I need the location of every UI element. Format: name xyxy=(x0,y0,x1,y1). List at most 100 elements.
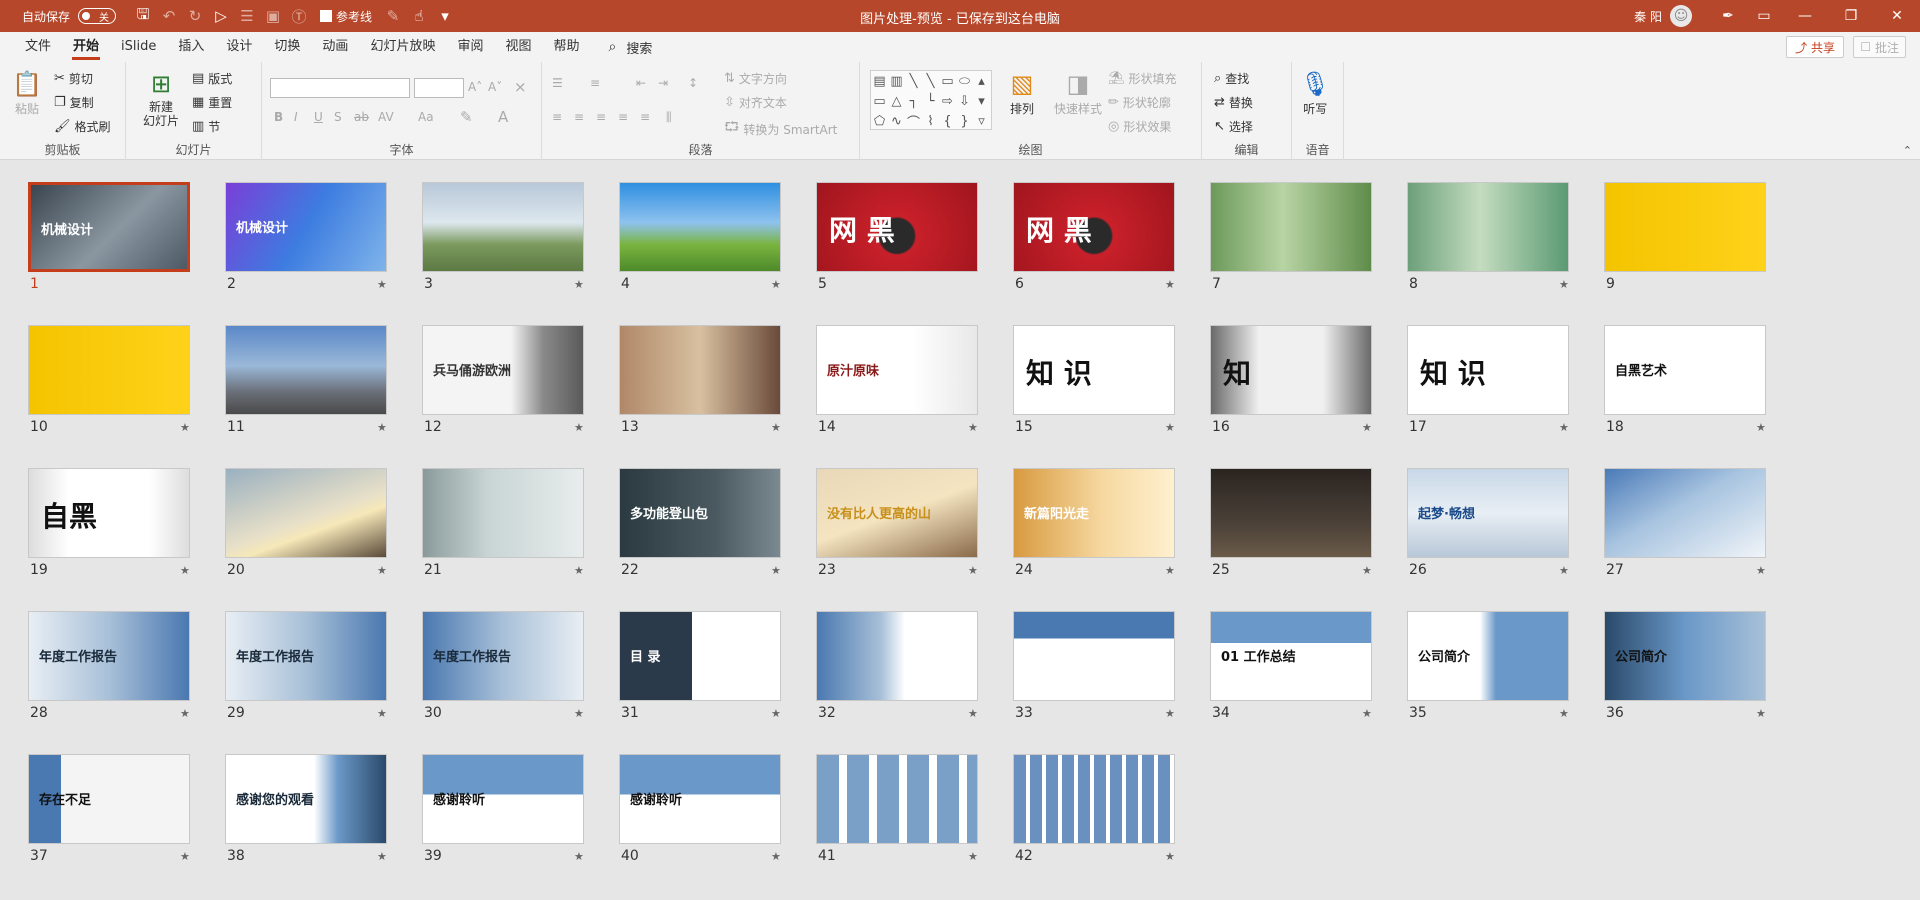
transition-star-icon[interactable]: ★ xyxy=(1165,850,1175,863)
line-shape-2-icon[interactable]: ╲ xyxy=(922,71,939,91)
slide-thumbnail[interactable] xyxy=(619,325,781,415)
transition-star-icon[interactable]: ★ xyxy=(771,421,781,434)
slide-thumbnail[interactable]: 知 识 xyxy=(1407,325,1569,415)
copy-button[interactable]: ❐ 复制 xyxy=(54,94,94,111)
character-spacing-button[interactable]: AV xyxy=(378,110,394,124)
slide-thumbnail[interactable]: 感谢聆听 xyxy=(422,754,584,844)
align-center-icon[interactable]: ≡ xyxy=(574,110,584,124)
transition-star-icon[interactable]: ★ xyxy=(968,564,978,577)
align-icon[interactable]: ☰ xyxy=(234,0,260,32)
transition-star-icon[interactable]: ★ xyxy=(1756,421,1766,434)
transition-star-icon[interactable]: ★ xyxy=(180,564,190,577)
font-name-input[interactable] xyxy=(270,78,410,98)
shape-effects-button[interactable]: ◎ 形状效果 xyxy=(1108,118,1171,135)
vertical-text-shape-icon[interactable]: ▥ xyxy=(888,71,905,91)
restore-button[interactable]: ❐ xyxy=(1828,0,1874,32)
slide-thumbnail[interactable]: 年度工作报告 xyxy=(225,611,387,701)
increase-indent-icon[interactable]: ⇥ xyxy=(658,76,668,90)
change-case-button[interactable]: Aa xyxy=(418,110,434,124)
shapes-gallery[interactable]: ▤ ▥ ╲ ╲ ▭ ⬭ ▴ ▭ △ ┐ └ ⇨ ⇩ ▾ ⬠ ∿ ⌒ ⌇{} ▿ xyxy=(870,70,992,131)
dictate-button[interactable]: 🎙 听写 xyxy=(1300,68,1330,117)
freeform-shape-icon[interactable]: ⌇ xyxy=(922,111,939,131)
shape-icon[interactable]: ▣ xyxy=(260,0,286,32)
line-shape-icon[interactable]: ╲ xyxy=(905,71,922,91)
pen-icon[interactable]: ✒ xyxy=(1710,0,1746,32)
tab-review[interactable]: 审阅 xyxy=(446,32,494,62)
slide-thumbnail[interactable]: 知 识 xyxy=(1013,325,1175,415)
gallery-down-icon[interactable]: ▾ xyxy=(973,91,990,111)
transition-star-icon[interactable]: ★ xyxy=(377,850,387,863)
slide-thumbnail[interactable]: 原汁原味 xyxy=(816,325,978,415)
reset-button[interactable]: ▦ 重置 xyxy=(192,94,232,111)
user-name[interactable]: 秦 阳 xyxy=(1634,8,1662,25)
gallery-more-icon[interactable]: ▿ xyxy=(973,111,990,131)
triangle-shape-icon[interactable]: △ xyxy=(888,91,905,111)
transition-star-icon[interactable]: ★ xyxy=(771,278,781,291)
transition-star-icon[interactable]: ★ xyxy=(1165,278,1175,291)
align-text-button[interactable]: ⇳ 对齐文本 xyxy=(724,94,787,111)
transition-star-icon[interactable]: ★ xyxy=(180,850,190,863)
bold-button[interactable]: B xyxy=(274,110,283,124)
save-icon[interactable]: 🖫 xyxy=(130,0,156,32)
share-button[interactable]: ⤴ 共享 xyxy=(1786,36,1844,58)
transition-star-icon[interactable]: ★ xyxy=(771,707,781,720)
slide-thumbnail[interactable] xyxy=(1013,754,1175,844)
text-direction-button[interactable]: ⇅ 文字方向 xyxy=(724,70,787,87)
arrange-button[interactable]: ▧ 排列 xyxy=(1010,68,1034,117)
slide-thumbnail[interactable]: 感谢您的观看 xyxy=(225,754,387,844)
transition-star-icon[interactable]: ★ xyxy=(968,850,978,863)
search-box[interactable]: ⌕ 搜索 xyxy=(609,38,653,57)
transition-star-icon[interactable]: ★ xyxy=(1165,421,1175,434)
slide-thumbnail[interactable] xyxy=(619,182,781,272)
tab-design[interactable]: 设计 xyxy=(215,32,263,62)
customize-quick-access-icon[interactable]: ▾ xyxy=(432,0,458,32)
slide-thumbnail[interactable]: 多功能登山包 xyxy=(619,468,781,558)
slide-thumbnail[interactable]: 自黑 xyxy=(28,468,190,558)
italic-button[interactable]: I xyxy=(294,110,298,124)
transition-star-icon[interactable]: ★ xyxy=(377,564,387,577)
avatar[interactable]: ☺ xyxy=(1670,5,1692,27)
slide-thumbnail[interactable] xyxy=(816,611,978,701)
transition-star-icon[interactable]: ★ xyxy=(1165,564,1175,577)
paste-button[interactable]: 📋 粘贴 xyxy=(12,68,42,117)
tab-slideshow[interactable]: 幻灯片放映 xyxy=(359,32,446,62)
transition-star-icon[interactable]: ★ xyxy=(180,421,190,434)
increase-font-size-button[interactable]: A˄ xyxy=(468,80,482,94)
underline-button[interactable]: U xyxy=(314,110,323,124)
convert-smartart-button[interactable]: ⮔ 转换为 SmartArt xyxy=(724,118,837,140)
clear-formatting-button[interactable]: ⨯ xyxy=(514,78,527,96)
slide-thumbnail[interactable]: 公司简介 xyxy=(1604,611,1766,701)
minimize-button[interactable]: — xyxy=(1782,0,1828,32)
slide-thumbnail[interactable]: 年度工作报告 xyxy=(28,611,190,701)
distributed-icon[interactable]: ≡ xyxy=(640,110,650,124)
slide-thumbnail[interactable]: 没有比人更高的山 xyxy=(816,468,978,558)
justify-icon[interactable]: ≡ xyxy=(618,110,628,124)
slide-thumbnail[interactable]: 机械设计 xyxy=(28,182,190,272)
transition-star-icon[interactable]: ★ xyxy=(180,707,190,720)
oval-shape-icon[interactable]: ⬭ xyxy=(956,71,973,91)
tab-animations[interactable]: 动画 xyxy=(311,32,359,62)
decrease-indent-icon[interactable]: ⇤ xyxy=(636,76,646,90)
find-button[interactable]: ⌕ 查找 xyxy=(1214,70,1249,87)
tab-home[interactable]: 开始 xyxy=(62,32,110,62)
align-left-icon[interactable]: ≡ xyxy=(552,110,562,124)
transition-star-icon[interactable]: ★ xyxy=(377,707,387,720)
draw-icon[interactable]: ✎ xyxy=(380,0,406,32)
gallery-up-icon[interactable]: ▴ xyxy=(973,71,990,91)
slide-thumbnail[interactable] xyxy=(225,325,387,415)
slide-thumbnail[interactable] xyxy=(1210,468,1372,558)
slide-thumbnail[interactable]: 网 黑 xyxy=(1013,182,1175,272)
transition-star-icon[interactable]: ★ xyxy=(1362,707,1372,720)
slide-thumbnail[interactable]: 公司简介 xyxy=(1407,611,1569,701)
slide-thumbnail[interactable]: 知 xyxy=(1210,325,1372,415)
transition-star-icon[interactable]: ★ xyxy=(574,278,584,291)
slide-thumbnail[interactable] xyxy=(422,182,584,272)
transition-star-icon[interactable]: ★ xyxy=(1165,707,1175,720)
custom-shape-icon[interactable]: ⬠ xyxy=(871,111,888,131)
tab-file[interactable]: 文件 xyxy=(14,32,62,62)
section-button[interactable]: ▥ 节 xyxy=(192,118,220,135)
redo-icon[interactable]: ↻ xyxy=(182,0,208,32)
tab-insert[interactable]: 插入 xyxy=(167,32,215,62)
brace-right-shape-icon[interactable]: } xyxy=(956,111,973,131)
slide-thumbnail[interactable]: 起梦·畅想 xyxy=(1407,468,1569,558)
